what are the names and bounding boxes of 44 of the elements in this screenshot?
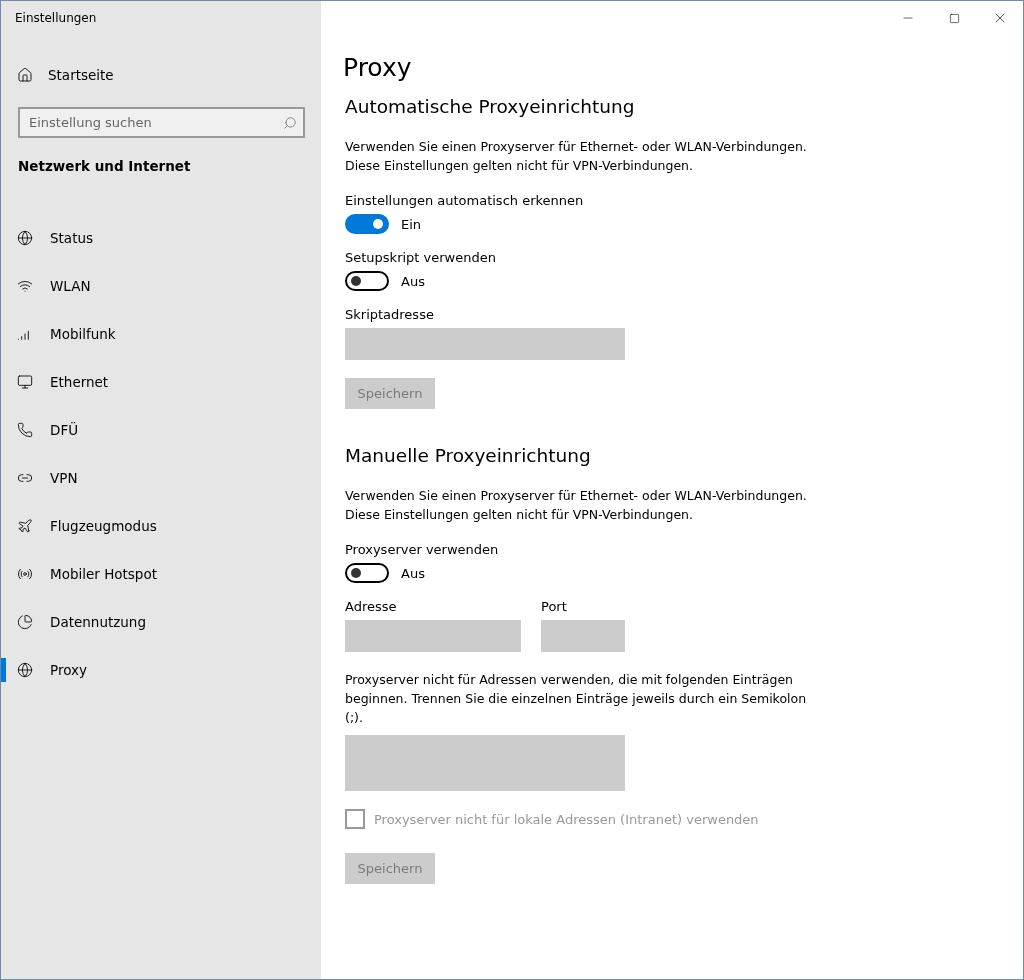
nav-item[interactable]: Mobilfunk (1, 310, 321, 358)
toggle-switch[interactable] (345, 214, 389, 234)
section-heading: Manuelle Proxyeinrichtung (345, 445, 592, 466)
phone-icon (17, 422, 33, 438)
toggle-switch[interactable] (345, 271, 389, 291)
globe-icon (17, 662, 33, 678)
nav-item[interactable]: DFÜ (1, 406, 321, 454)
home-link[interactable]: Startseite (48, 67, 114, 83)
pie-chart-icon (17, 614, 33, 630)
section-heading: Automatische Proxyeinrichtung (345, 96, 636, 117)
home-icon (17, 67, 33, 83)
toggle-state: Aus (401, 565, 425, 581)
monitor-icon (17, 374, 33, 390)
search-field[interactable]: Einstellung suchen (18, 107, 305, 138)
nav-item[interactable]: Flugzeugmodus (1, 502, 321, 550)
field-label: Proxyserver nicht für Adressen verwenden, die mit folgenden Einträgen beginnen. Trennen Sie die einzelnen Einträge jeweils durch ein Semikolon (;). (345, 671, 808, 727)
section-description: Verwenden Sie einen Proxyserver für Ethernet- oder WLAN-Verbindungen. Diese Einstellungen gelten nicht für VPN-Verbindungen. (345, 138, 808, 175)
nav-item[interactable]: Ethernet (1, 358, 321, 406)
nav-item[interactable]: WLAN (1, 262, 321, 310)
nav-item[interactable]: Mobiler Hotspot (1, 550, 321, 598)
section-title: Netzwerk und Internet (18, 158, 192, 176)
maximize-icon (948, 12, 960, 24)
toggle-label: Einstellungen automatisch erkennen (345, 193, 585, 208)
nav-item[interactable]: VPN (1, 454, 321, 502)
section-description: Verwenden Sie einen Proxyserver für Ethernet- oder WLAN-Verbindungen. Diese Einstellungen gelten nicht für VPN-Verbindungen. (345, 487, 808, 524)
field-label: Adresse (345, 599, 398, 614)
toggle-switch[interactable] (345, 563, 389, 583)
wifi-icon (17, 278, 33, 294)
field-label: Skriptadresse (345, 307, 435, 322)
page-title: Proxy (343, 53, 413, 82)
toggle-label: Setupskript verwenden (345, 250, 497, 265)
field-label: Port (541, 599, 568, 614)
nav-item[interactable]: Proxy (1, 646, 321, 694)
airplane-icon (17, 518, 33, 534)
search-icon (283, 115, 297, 130)
antenna-icon (17, 566, 33, 582)
toggle-state: Aus (401, 273, 425, 289)
globe-icon (17, 230, 33, 246)
toggle-state: Ein (401, 216, 422, 232)
nav-item[interactable]: Status (1, 214, 321, 262)
nav-item[interactable]: Datennutzung (1, 598, 321, 646)
toggle-label: Proxyserver verwenden (345, 542, 500, 557)
checkbox-label: Proxyserver nicht für lokale Adressen (Intranet) verwenden (374, 811, 759, 827)
window-title: Einstellungen (15, 11, 98, 27)
